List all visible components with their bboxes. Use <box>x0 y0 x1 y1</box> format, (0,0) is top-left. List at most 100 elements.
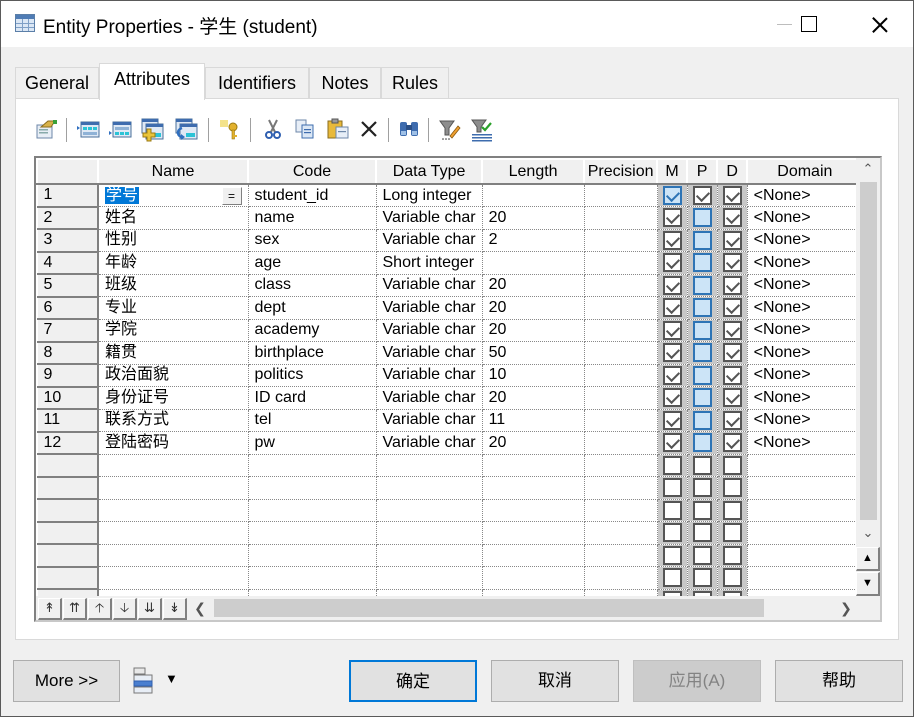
data-type-cell[interactable]: Variable char <box>376 319 483 342</box>
precision-cell[interactable] <box>584 251 658 275</box>
column-header-length[interactable]: Length <box>481 158 585 185</box>
precision-cell[interactable] <box>584 364 658 387</box>
code-cell[interactable]: student_id <box>248 184 377 207</box>
empty-cell[interactable] <box>248 566 377 590</box>
domain-cell[interactable]: <None> <box>747 364 863 387</box>
domain-cell[interactable]: <None> <box>747 206 863 230</box>
code-cell[interactable]: academy <box>248 319 377 342</box>
copy-icon[interactable] <box>294 118 316 140</box>
scroll-to-bottom-button[interactable]: ▼ <box>856 572 880 596</box>
empty-cell[interactable] <box>98 566 249 590</box>
row-number-cell[interactable]: 7 <box>36 318 99 343</box>
name-cell[interactable]: = 学号 <box>98 184 249 207</box>
code-cell[interactable]: ID card <box>248 386 377 410</box>
checkbox-cell[interactable] <box>687 544 718 567</box>
mandatory-checkbox[interactable] <box>662 410 682 430</box>
empty-cell[interactable] <box>747 544 863 567</box>
move-to-bottom-button[interactable]: ↡ <box>163 598 187 620</box>
layout-dropdown-arrow-icon[interactable]: ▼ <box>165 671 178 686</box>
primary-checkbox-cell[interactable] <box>687 319 718 342</box>
column-header-data-type[interactable]: Data Type <box>374 158 483 185</box>
displayed-checkbox-cell[interactable] <box>717 431 748 455</box>
empty-checkbox[interactable] <box>662 568 682 588</box>
data-type-cell[interactable]: Variable char <box>376 296 483 320</box>
empty-cell[interactable] <box>98 476 249 500</box>
domain-cell[interactable]: <None> <box>747 251 863 275</box>
row-number-cell[interactable] <box>36 566 99 590</box>
precision-cell[interactable] <box>584 274 658 297</box>
primary-checkbox[interactable] <box>692 365 712 385</box>
empty-table-row[interactable] <box>36 453 863 478</box>
empty-checkbox[interactable] <box>692 523 712 543</box>
name-cell[interactable]: 政治面貌 <box>98 364 249 387</box>
empty-cell[interactable] <box>248 499 377 522</box>
mandatory-checkbox[interactable] <box>662 320 682 340</box>
code-cell[interactable]: class <box>248 274 377 297</box>
displayed-checkbox-cell[interactable] <box>717 341 748 365</box>
code-cell[interactable]: tel <box>248 409 377 432</box>
checkbox-cell[interactable] <box>657 521 688 545</box>
primary-checkbox[interactable] <box>692 208 712 228</box>
mandatory-checkbox[interactable] <box>662 230 682 250</box>
primary-checkbox[interactable] <box>692 433 712 453</box>
table-row[interactable]: 5 班级 class Variable char 20 <None> <box>36 273 863 298</box>
code-cell[interactable]: sex <box>248 229 377 252</box>
enable-filter-icon[interactable] <box>470 118 492 142</box>
column-header-precision[interactable]: Precision <box>583 158 658 185</box>
row-number-cell[interactable] <box>36 521 99 545</box>
precision-cell[interactable] <box>584 431 658 455</box>
horizontal-scroll-thumb[interactable] <box>214 599 764 617</box>
mandatory-checkbox[interactable] <box>662 275 682 295</box>
checkbox-cell[interactable] <box>687 476 718 500</box>
more-button[interactable]: More >> <box>13 660 120 702</box>
column-header-domain[interactable]: Domain <box>746 158 863 185</box>
empty-checkbox[interactable] <box>692 568 712 588</box>
data-type-cell[interactable]: Variable char <box>376 386 483 410</box>
empty-cell[interactable] <box>248 476 377 500</box>
domain-cell[interactable]: <None> <box>747 296 863 320</box>
move-page-down-button[interactable]: ⇊ <box>138 598 162 620</box>
empty-checkbox[interactable] <box>722 478 742 498</box>
tab-general[interactable]: General <box>15 67 99 99</box>
empty-checkbox[interactable] <box>692 478 712 498</box>
length-cell[interactable]: 10 <box>482 364 585 387</box>
layout-icon[interactable] <box>132 667 154 695</box>
name-cell[interactable]: 登陆密码 <box>98 431 249 455</box>
scroll-left-arrow-icon[interactable]: ❮ <box>190 598 210 618</box>
mandatory-checkbox[interactable] <box>662 208 682 228</box>
row-number-cell[interactable] <box>36 543 99 568</box>
tab-attributes[interactable]: Attributes <box>99 63 205 100</box>
table-row[interactable]: 11 联系方式 tel Variable char 11 <None> <box>36 408 863 433</box>
length-cell[interactable]: 50 <box>482 341 585 365</box>
empty-cell[interactable] <box>376 454 483 477</box>
table-row[interactable]: 7 学院 academy Variable char 20 <None> <box>36 318 863 343</box>
row-number-cell[interactable] <box>36 476 99 500</box>
minimize-button[interactable] <box>727 1 792 47</box>
row-number-cell[interactable]: 11 <box>36 408 99 433</box>
length-cell[interactable]: 11 <box>482 409 585 432</box>
empty-cell[interactable] <box>584 521 658 545</box>
ok-button[interactable]: 确定 <box>349 660 477 702</box>
empty-cell[interactable] <box>747 566 863 590</box>
empty-cell[interactable] <box>482 521 585 545</box>
move-down-button[interactable]: 🡣 <box>113 598 137 620</box>
domain-cell[interactable]: <None> <box>747 274 863 297</box>
empty-cell[interactable] <box>376 544 483 567</box>
add-attributes-icon[interactable] <box>140 118 164 142</box>
precision-cell[interactable] <box>584 229 658 252</box>
displayed-checkbox[interactable] <box>722 320 742 340</box>
length-cell[interactable] <box>482 184 585 207</box>
empty-cell[interactable] <box>248 521 377 545</box>
displayed-checkbox[interactable] <box>722 230 742 250</box>
length-cell[interactable]: 20 <box>482 386 585 410</box>
mandatory-checkbox[interactable] <box>662 253 682 273</box>
empty-cell[interactable] <box>747 476 863 500</box>
create-identifier-icon[interactable] <box>218 118 240 140</box>
displayed-checkbox[interactable] <box>722 185 742 205</box>
displayed-checkbox-cell[interactable] <box>717 409 748 432</box>
displayed-checkbox-cell[interactable] <box>717 184 748 207</box>
empty-cell[interactable] <box>747 521 863 545</box>
displayed-checkbox-cell[interactable] <box>717 206 748 230</box>
move-to-top-button[interactable]: ↟ <box>38 598 62 620</box>
length-cell[interactable]: 20 <box>482 431 585 455</box>
